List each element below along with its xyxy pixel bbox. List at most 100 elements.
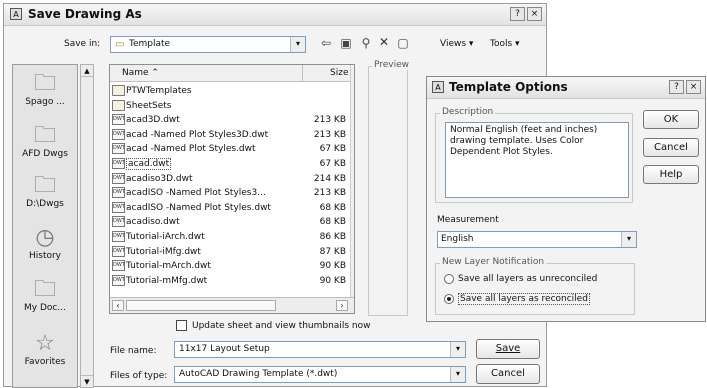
place-spago[interactable]: 🗀 Spago ... — [15, 71, 75, 107]
place-my-documents[interactable]: 🗀 My Doc... — [15, 277, 75, 313]
search-web-icon[interactable]: ⚲ — [358, 36, 374, 50]
radio-unreconciled[interactable] — [444, 274, 454, 284]
list-item[interactable]: DWTTutorial-mMfg.dwt 90 KB — [112, 274, 350, 289]
measurement-value: English — [441, 234, 474, 244]
up-folder-icon[interactable]: ▣ — [338, 36, 354, 50]
close-button[interactable]: × — [686, 80, 701, 94]
column-name-header[interactable]: Name ⌃ — [122, 68, 159, 78]
chevron-down-icon: ▾ — [515, 39, 520, 49]
scroll-up-icon[interactable]: ▲ — [81, 65, 93, 77]
list-item[interactable]: DWTTutorial-mArch.dwt 90 KB — [112, 259, 350, 274]
views-menu[interactable]: Views ▾ — [440, 39, 473, 49]
chevron-down-icon[interactable]: ▾ — [450, 367, 465, 382]
place-label: D:\Dwgs — [26, 199, 64, 209]
list-item[interactable]: DWTacad -Named Plot Styles3D.dwt 213 KB — [112, 128, 350, 143]
cancel-button[interactable]: Cancel — [476, 364, 540, 384]
place-label: Spago ... — [25, 97, 65, 107]
list-item[interactable]: DWTTutorial-iArch.dwt 86 KB — [112, 230, 350, 245]
list-item[interactable]: DWTacadiso.dwt 68 KB — [112, 215, 350, 230]
list-item[interactable]: DWTacadiso3D.dwt 214 KB — [112, 172, 350, 187]
thumbnail-checkbox-label: Update sheet and view thumbnails now — [192, 321, 371, 331]
folder-icon: 🗀 — [33, 173, 56, 198]
radio-reconciled[interactable] — [444, 294, 454, 304]
measurement-label: Measurement — [437, 215, 499, 225]
dialog-title: Template Options — [449, 80, 568, 94]
scroll-right-icon[interactable]: › — [336, 300, 348, 311]
list-item[interactable]: DWTTutorial-iMfg.dwt 87 KB — [112, 245, 350, 260]
dwt-file-icon: DWT — [112, 201, 125, 213]
file-name-input[interactable]: 11x17 Layout Setup ▾ — [174, 341, 466, 358]
place-label: Favorites — [24, 357, 66, 367]
help-button[interactable]: ? — [510, 7, 525, 21]
list-item[interactable]: DWTacadISO -Named Plot Styles3... 213 KB — [112, 186, 350, 201]
description-group: Description Normal English (feet and inc… — [435, 107, 633, 203]
cancel-button[interactable]: Cancel — [643, 138, 699, 157]
list-item[interactable]: SheetSets — [112, 99, 350, 114]
description-textarea[interactable]: Normal English (feet and inches) drawing… — [445, 122, 629, 198]
measurement-dropdown[interactable]: English ▾ — [437, 231, 637, 248]
file-type-dropdown[interactable]: AutoCAD Drawing Template (*.dwt) ▾ — [174, 366, 466, 383]
radio-reconciled-label[interactable]: Save all layers as reconciled — [458, 293, 590, 305]
files-of-type-label: Files of type: — [110, 371, 168, 381]
dwt-file-icon: DWT — [112, 260, 125, 272]
save-button[interactable]: Save — [476, 339, 540, 359]
layer-notification-group: New Layer Notification Save all layers a… — [435, 257, 635, 315]
list-item[interactable]: PTWTemplates — [112, 84, 350, 99]
place-favorites[interactable]: ☆ Favorites — [15, 331, 75, 367]
place-afd-dwgs[interactable]: 🗀 AFD Dwgs — [15, 123, 75, 159]
help-button[interactable]: Help — [643, 165, 699, 184]
column-name-label: Name — [122, 68, 149, 78]
place-label: AFD Dwgs — [22, 149, 68, 159]
views-label: Views — [440, 39, 467, 49]
folder-icon: ▭ — [115, 39, 125, 50]
delete-icon[interactable]: ✕ — [376, 35, 392, 49]
scroll-left-icon[interactable]: ‹ — [112, 300, 124, 311]
horizontal-scrollbar[interactable]: ‹ › — [110, 297, 354, 313]
save-in-dropdown[interactable]: ▭ Template ▾ — [110, 36, 306, 53]
layer-notification-label: New Layer Notification — [440, 257, 547, 267]
dwt-file-icon: DWT — [112, 158, 125, 169]
autocad-app-icon: A — [10, 8, 22, 20]
favorites-star-icon: ☆ — [35, 331, 55, 356]
places-scrollbar[interactable]: ▲ ▼ — [80, 64, 94, 388]
scroll-down-icon[interactable]: ▼ — [81, 375, 93, 387]
new-folder-icon[interactable]: ▢ — [395, 36, 411, 50]
tools-label: Tools — [490, 39, 513, 49]
save-in-label: Save in: — [64, 39, 101, 49]
tools-menu[interactable]: Tools ▾ — [490, 39, 520, 49]
dialog-title: Save Drawing As — [28, 7, 142, 21]
file-list[interactable]: Name ⌃ Size PTWTemplates SheetSets DWTac… — [109, 64, 355, 314]
chevron-down-icon: ▾ — [468, 39, 474, 49]
help-button[interactable]: ? — [669, 80, 684, 94]
radio-unreconciled-label[interactable]: Save all layers as unreconciled — [458, 274, 597, 284]
list-item-selected[interactable]: DWT acad.dwt 67 KB — [112, 157, 350, 172]
ok-button[interactable]: OK — [643, 110, 699, 129]
file-type-value: AutoCAD Drawing Template (*.dwt) — [179, 369, 338, 379]
file-name-value: 11x17 Layout Setup — [179, 344, 270, 354]
column-divider[interactable] — [302, 65, 303, 82]
back-arrow-icon[interactable]: ⇦ — [318, 36, 334, 50]
chevron-down-icon[interactable]: ▾ — [621, 232, 636, 247]
folder-icon: 🗀 — [33, 71, 56, 96]
close-button[interactable]: × — [527, 7, 542, 21]
list-item[interactable]: DWTacadISO -Named Plot Styles.dwt 68 KB — [112, 201, 350, 216]
scroll-thumb[interactable] — [126, 300, 276, 311]
column-size-header[interactable]: Size — [330, 68, 348, 78]
dwt-file-icon: DWT — [112, 274, 125, 286]
place-history[interactable]: ◷ History — [15, 225, 75, 261]
place-label: History — [28, 251, 62, 261]
thumbnail-checkbox[interactable] — [176, 320, 187, 331]
template-options-dialog: A Template Options ? × Description Norma… — [426, 76, 706, 322]
place-label: My Doc... — [24, 303, 66, 313]
list-header: Name ⌃ Size — [110, 65, 350, 82]
chevron-down-icon[interactable]: ▾ — [450, 342, 465, 357]
folder-icon — [112, 99, 125, 111]
preview-label: Preview — [372, 60, 412, 70]
place-d-dwgs[interactable]: 🗀 D:\Dwgs — [15, 173, 75, 209]
dwt-file-icon: DWT — [112, 128, 125, 140]
list-item[interactable]: DWTacad -Named Plot Styles.dwt 67 KB — [112, 142, 350, 157]
list-item[interactable]: DWTacad3D.dwt 213 KB — [112, 113, 350, 128]
dwt-file-icon: DWT — [112, 216, 125, 228]
places-bar: 🗀 Spago ... 🗀 AFD Dwgs 🗀 D:\Dwgs ◷ Histo… — [12, 64, 78, 388]
chevron-down-icon[interactable]: ▾ — [290, 37, 305, 52]
